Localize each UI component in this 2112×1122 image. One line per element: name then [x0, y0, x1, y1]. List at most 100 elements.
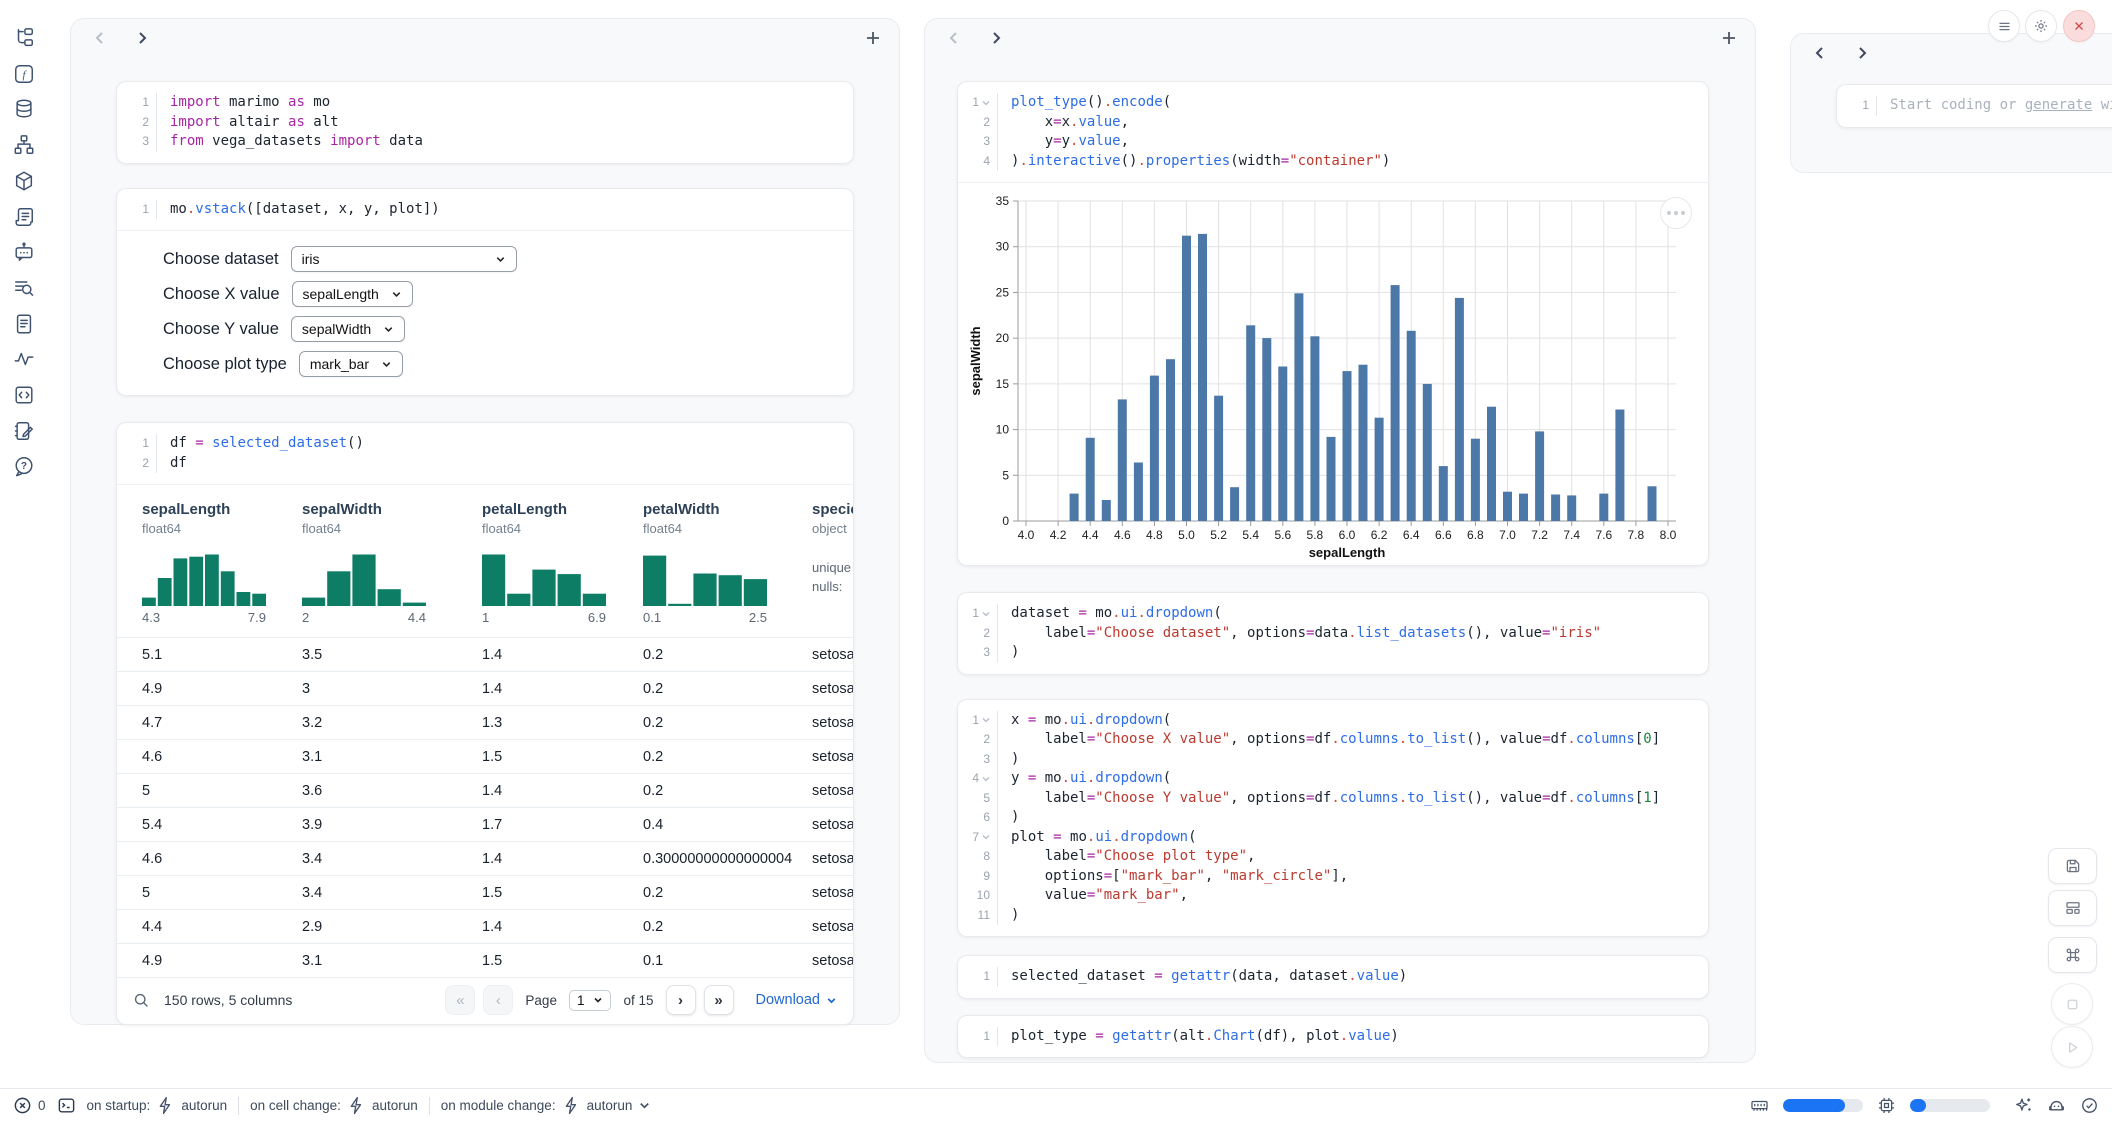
- shutdown-button[interactable]: [2063, 10, 2095, 42]
- cell-xy-plot-dropdowns[interactable]: 1x = mo.ui.dropdown(2 label="Choose X va…: [957, 699, 1709, 938]
- code-line[interactable]: 3from vega_datasets import data: [117, 132, 853, 152]
- table-column-header[interactable]: speciesobjectuniquenulls:: [812, 501, 853, 625]
- chevron-right-icon[interactable]: [135, 31, 149, 45]
- assistant-icon[interactable]: [2047, 1096, 2066, 1115]
- cell-plot[interactable]: 1plot_type().encode(2 x=x.value,3 y=y.va…: [957, 81, 1709, 566]
- stop-button[interactable]: [2051, 983, 2093, 1025]
- code-line[interactable]: 2import altair as alt: [117, 113, 853, 133]
- table-row[interactable]: 4.93.11.50.1setosa: [117, 943, 853, 977]
- code-line[interactable]: 6): [958, 808, 1708, 828]
- table-row[interactable]: 5.43.91.70.4setosa: [117, 807, 853, 841]
- packages-icon[interactable]: [13, 170, 35, 192]
- table-row[interactable]: 4.931.40.2setosa: [117, 671, 853, 705]
- table-row[interactable]: 4.63.41.40.30000000000000004setosa: [117, 841, 853, 875]
- help-icon[interactable]: ?: [13, 455, 35, 477]
- code-line[interactable]: 2df: [117, 454, 853, 474]
- chevron-right-icon[interactable]: [1855, 46, 1869, 60]
- on-module-change-setting[interactable]: on module change: autorun: [441, 1096, 652, 1115]
- scratchpad-icon[interactable]: [13, 420, 35, 442]
- terminal-button[interactable]: [57, 1096, 76, 1115]
- table-column-header[interactable]: petalLengthfloat6416.9: [482, 501, 643, 625]
- download-button[interactable]: Download: [756, 992, 838, 1008]
- cell-selected-dataset[interactable]: 1selected_dataset = getattr(data, datase…: [957, 955, 1709, 999]
- code-line[interactable]: 4y = mo.ui.dropdown(: [958, 769, 1708, 789]
- dropdown-select[interactable]: sepalWidth: [291, 316, 405, 342]
- code-placeholder[interactable]: Start coding or generate with: [1877, 96, 2112, 116]
- table-row[interactable]: 53.41.50.2setosa: [117, 875, 853, 909]
- dropdown-select[interactable]: mark_bar: [299, 351, 403, 377]
- cell-plot-type[interactable]: 1plot_type = getattr(alt.Chart(df), plot…: [957, 1015, 1709, 1059]
- next-page-button[interactable]: ›: [666, 985, 696, 1015]
- code-line[interactable]: 1import marimo as mo: [117, 93, 853, 113]
- code-line[interactable]: 8 label="Choose plot type",: [958, 847, 1708, 867]
- code-line[interactable]: 3): [958, 750, 1708, 770]
- code-line[interactable]: 3 y=y.value,: [958, 132, 1708, 152]
- dependency-graph-icon[interactable]: [13, 134, 35, 156]
- code-line[interactable]: 4).interactive().properties(width="conta…: [958, 152, 1708, 172]
- table-row[interactable]: 4.63.11.50.2setosa: [117, 739, 853, 773]
- code-line[interactable]: 1x = mo.ui.dropdown(: [958, 711, 1708, 731]
- code-line[interactable]: 1dataset = mo.ui.dropdown(: [958, 604, 1708, 624]
- table-column-header[interactable]: sepalLengthfloat644.37.9: [142, 501, 302, 625]
- code-line[interactable]: 1mo.vstack([dataset, x, y, plot]): [117, 200, 853, 220]
- add-cell-icon[interactable]: [1721, 30, 1737, 46]
- code-line[interactable]: 11): [958, 906, 1708, 926]
- cell-vstack[interactable]: 1mo.vstack([dataset, x, y, plot]) Choose…: [116, 188, 854, 397]
- run-button[interactable]: [2051, 1026, 2093, 1068]
- dropdown-select[interactable]: sepalLength: [292, 281, 413, 307]
- keyboard-shortcuts-button[interactable]: [2048, 937, 2097, 973]
- add-cell-icon[interactable]: [865, 30, 881, 46]
- runtime-activity-icon[interactable]: [13, 348, 35, 370]
- logs-icon[interactable]: [13, 277, 35, 299]
- chevron-left-icon[interactable]: [947, 31, 961, 45]
- table-row[interactable]: 4.73.21.30.2setosa: [117, 705, 853, 739]
- table-row[interactable]: 4.42.91.40.2setosa: [117, 909, 853, 943]
- scripts-icon[interactable]: [13, 206, 35, 228]
- prev-page-button[interactable]: ‹: [483, 985, 513, 1015]
- database-icon[interactable]: [13, 98, 35, 120]
- table-column-header[interactable]: petalWidthfloat640.12.5: [643, 501, 812, 625]
- altair-bar-chart[interactable]: 4.04.24.44.64.85.05.25.45.65.86.06.26.46…: [966, 191, 1702, 563]
- code-line[interactable]: 3): [958, 643, 1708, 663]
- code-line[interactable]: 2 x=x.value,: [958, 113, 1708, 133]
- dropdown-select[interactable]: iris: [291, 246, 517, 272]
- documentation-icon[interactable]: [13, 313, 35, 335]
- page-select[interactable]: 1: [569, 990, 612, 1011]
- save-button[interactable]: [2048, 848, 2097, 884]
- layout-button[interactable]: [2048, 890, 2097, 926]
- code-line[interactable]: 7plot = mo.ui.dropdown(: [958, 828, 1708, 848]
- menu-button[interactable]: [1988, 10, 2020, 42]
- table-column-header[interactable]: sepalWidthfloat6424.4: [302, 501, 482, 625]
- errors-indicator[interactable]: 0: [13, 1096, 46, 1115]
- table-row[interactable]: 5.13.51.40.2setosa: [117, 637, 853, 671]
- chevron-left-icon[interactable]: [1813, 46, 1827, 60]
- code-line[interactable]: 9 options=["mark_bar", "mark_circle"],: [958, 867, 1708, 887]
- generate-with-ai-link[interactable]: generate: [2025, 97, 2092, 113]
- code-line[interactable]: 1plot_type = getattr(alt.Chart(df), plot…: [958, 1027, 1708, 1047]
- first-page-button[interactable]: «: [445, 985, 475, 1015]
- chat-bot-icon[interactable]: [13, 241, 35, 263]
- on-startup-setting[interactable]: on startup: autorun: [87, 1096, 228, 1115]
- table-row[interactable]: 53.61.40.2setosa: [117, 773, 853, 807]
- chart-actions-button[interactable]: [1660, 197, 1692, 229]
- code-line[interactable]: 1plot_type().encode(: [958, 93, 1708, 113]
- chevron-right-icon[interactable]: [989, 31, 1003, 45]
- functions-icon[interactable]: f: [13, 63, 35, 85]
- code-line[interactable]: 10 value="mark_bar",: [958, 886, 1708, 906]
- chevron-left-icon[interactable]: [93, 31, 107, 45]
- file-tree-icon[interactable]: [13, 27, 35, 49]
- code-line[interactable]: 1df = selected_dataset(): [117, 434, 853, 454]
- search-icon[interactable]: [133, 992, 150, 1009]
- cell-dataframe[interactable]: 1df = selected_dataset()2df sepalLengthf…: [116, 422, 854, 1025]
- on-cell-change-setting[interactable]: on cell change: autorun: [250, 1096, 418, 1115]
- code-line[interactable]: 5 label="Choose Y value", options=df.col…: [958, 789, 1708, 809]
- snippets-icon[interactable]: [13, 384, 35, 406]
- empty-code-cell[interactable]: 1 Start coding or generate with: [1836, 84, 2112, 128]
- code-line[interactable]: 1selected_dataset = getattr(data, datase…: [958, 967, 1708, 987]
- last-page-button[interactable]: »: [704, 985, 734, 1015]
- cell-dataset-dropdown[interactable]: 1dataset = mo.ui.dropdown(2 label="Choos…: [957, 592, 1709, 675]
- code-line[interactable]: 2 label="Choose X value", options=df.col…: [958, 730, 1708, 750]
- check-circle-icon[interactable]: [2080, 1096, 2099, 1115]
- cell-imports[interactable]: 1import marimo as mo2import altair as al…: [116, 81, 854, 164]
- settings-button[interactable]: [2025, 10, 2057, 42]
